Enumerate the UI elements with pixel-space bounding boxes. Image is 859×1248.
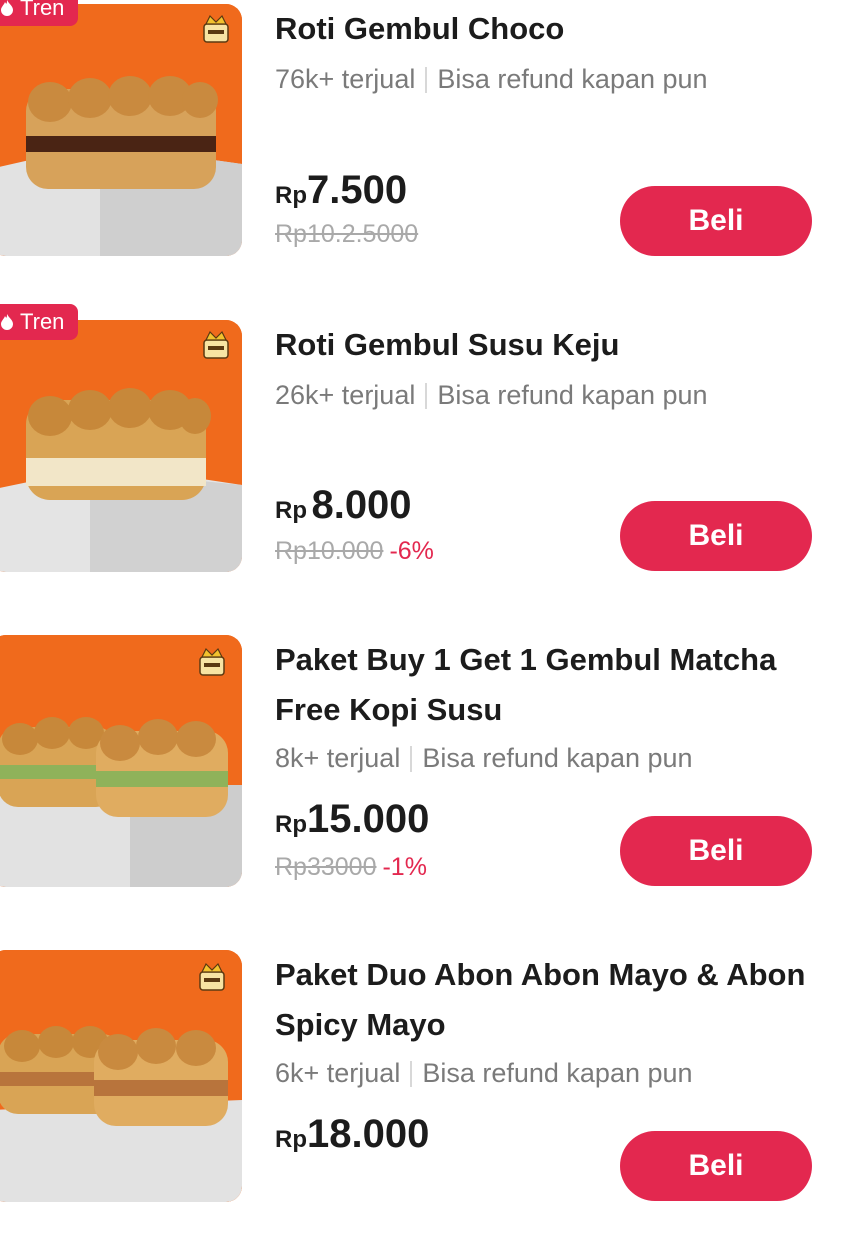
- divider: [410, 745, 413, 772]
- sold-count: 8k+ terjual: [275, 743, 401, 773]
- product-card[interactable]: Tren Roti Gembul Susu Keju 26k+ terjual …: [0, 304, 859, 618]
- trend-badge: Tren: [0, 0, 79, 26]
- price-currency: Rp: [275, 497, 307, 524]
- product-meta: 8k+ terjual Bisa refund kapan pun: [275, 743, 693, 774]
- trend-badge-label: Tren: [20, 0, 65, 20]
- price: Rp18.000: [275, 1112, 429, 1157]
- price-amount: 8.000: [311, 483, 412, 527]
- divider: [410, 1060, 413, 1087]
- brand-logo-icon: [198, 647, 226, 677]
- discount-percent: -1%: [382, 853, 427, 881]
- original-price: Rp10.2.5000: [275, 220, 418, 249]
- sold-count: 26k+ terjual: [275, 380, 416, 410]
- refund-note: Bisa refund kapan pun: [437, 64, 708, 94]
- original-price-value: Rp33000: [275, 853, 377, 881]
- price-currency: Rp: [275, 1126, 307, 1153]
- discount-percent: -6%: [389, 537, 434, 565]
- brand-logo-icon: [202, 14, 230, 44]
- buy-button[interactable]: Beli: [620, 1131, 812, 1201]
- price: Rp 8.000: [275, 483, 412, 528]
- brand-logo-icon: [202, 330, 230, 360]
- buy-button[interactable]: Beli: [620, 501, 812, 571]
- trend-badge: Tren: [0, 304, 79, 340]
- product-name[interactable]: Roti Gembul Choco: [275, 4, 835, 54]
- product-card[interactable]: Paket Duo Abon Abon Mayo & Abon Spicy Ma…: [0, 948, 859, 1248]
- trend-badge-label: Tren: [20, 309, 65, 334]
- original-price: Rp33000 -1%: [275, 853, 427, 882]
- flame-icon: [1, 0, 13, 16]
- price: Rp7.500: [275, 168, 407, 213]
- buy-button[interactable]: Beli: [620, 816, 812, 886]
- divider: [425, 382, 428, 409]
- price-currency: Rp: [275, 182, 307, 209]
- product-meta: 76k+ terjual Bisa refund kapan pun: [275, 64, 708, 95]
- price-currency: Rp: [275, 811, 307, 838]
- price: Rp15.000: [275, 797, 429, 842]
- price-amount: 7.500: [307, 168, 408, 212]
- product-card[interactable]: Tren Roti Gembul Choco 76k+ terjual Bisa…: [0, 0, 859, 300]
- original-price: Rp10.000 -6%: [275, 537, 434, 566]
- buy-button[interactable]: Beli: [620, 186, 812, 256]
- product-card[interactable]: Paket Buy 1 Get 1 Gembul Matcha Free Kop…: [0, 633, 859, 933]
- price-amount: 15.000: [307, 797, 430, 841]
- sold-count: 6k+ terjual: [275, 1058, 401, 1088]
- sold-count: 76k+ terjual: [275, 64, 416, 94]
- refund-note: Bisa refund kapan pun: [422, 743, 693, 773]
- product-name[interactable]: Paket Duo Abon Abon Mayo & Abon Spicy Ma…: [275, 950, 835, 1050]
- product-name[interactable]: Roti Gembul Susu Keju: [275, 320, 835, 370]
- divider: [425, 66, 428, 93]
- original-price-value: Rp10.000: [275, 537, 384, 565]
- price-amount: 18.000: [307, 1112, 430, 1156]
- refund-note: Bisa refund kapan pun: [422, 1058, 693, 1088]
- product-name[interactable]: Paket Buy 1 Get 1 Gembul Matcha Free Kop…: [275, 635, 835, 735]
- product-meta: 6k+ terjual Bisa refund kapan pun: [275, 1058, 693, 1089]
- refund-note: Bisa refund kapan pun: [437, 380, 708, 410]
- flame-icon: [1, 314, 13, 330]
- product-meta: 26k+ terjual Bisa refund kapan pun: [275, 380, 708, 411]
- brand-logo-icon: [198, 962, 226, 992]
- original-price-value: Rp10.2.5000: [275, 220, 419, 248]
